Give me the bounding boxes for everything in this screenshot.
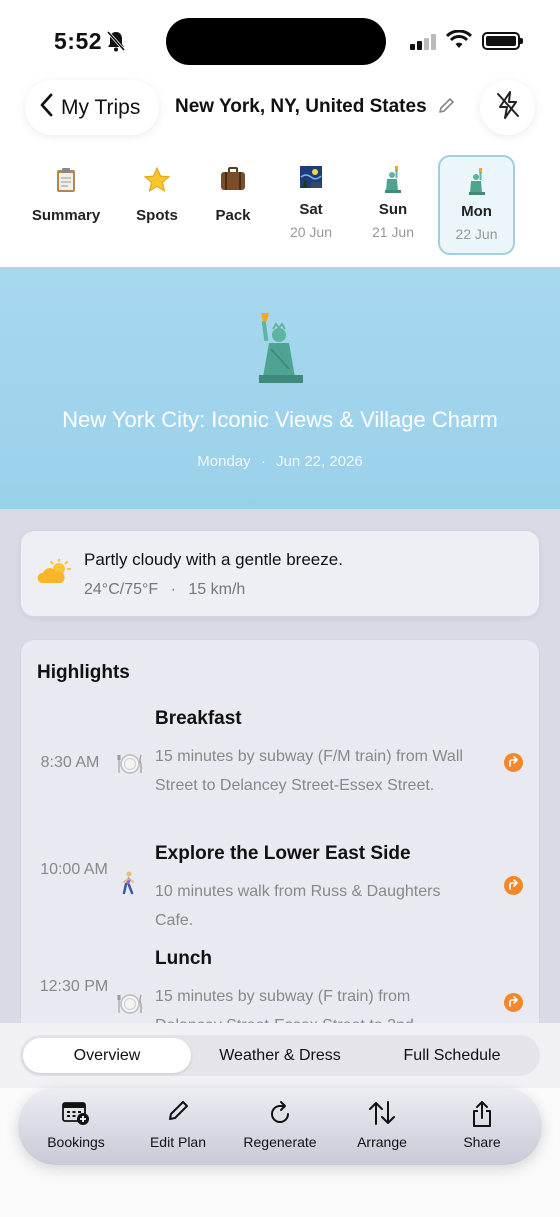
tab-spots[interactable]: Spots	[128, 155, 186, 255]
highlight-time: 12:30 PM	[39, 978, 109, 995]
directions-button[interactable]	[504, 993, 523, 1012]
view-segmented-control: Overview Weather & Dress Full Schedule	[20, 1035, 540, 1076]
turn-right-arrow-icon	[508, 877, 519, 895]
calendar-add-icon	[62, 1100, 90, 1128]
tab-sat-date: 20 Jun	[289, 224, 333, 240]
highlight-item[interactable]: 8:30 AM Breakfast 15 minutes by subway (…	[21, 708, 539, 828]
bell-slash-icon	[106, 30, 126, 57]
chevron-left-icon	[39, 93, 53, 122]
highlight-description: 15 minutes by subway (F/M train) from Wa…	[155, 748, 463, 794]
day-tabs: Summary Spots Pack Sat 20 Jun Sun 21 Jun…	[0, 150, 560, 260]
statue-of-liberty-icon	[255, 309, 307, 390]
weather-wind: 15 km/h	[188, 581, 246, 598]
day-hero-banner: New York City: Iconic Views & Village Ch…	[0, 267, 560, 509]
tab-mon-label: Mon	[461, 203, 492, 220]
share-label: Share	[463, 1134, 501, 1150]
share-icon	[471, 1100, 493, 1128]
weather-meta: 24°C/75°F · 15 km/h	[84, 581, 245, 599]
flash-off-button[interactable]	[480, 80, 535, 135]
turn-right-arrow-icon	[508, 754, 519, 772]
tab-summary[interactable]: Summary	[28, 155, 104, 255]
highlight-time: 8:30 AM	[40, 754, 100, 771]
arrange-label: Arrange	[357, 1134, 407, 1150]
day-weekday: Monday	[197, 453, 251, 470]
weather-description: Partly cloudy with a gentle breeze.	[84, 550, 343, 569]
back-button[interactable]: My Trips	[25, 80, 159, 135]
plate-icon	[117, 752, 143, 781]
highlight-time: 10:00 AM	[40, 861, 108, 878]
tab-pack-label: Pack	[215, 207, 251, 224]
highlight-name: Breakfast	[155, 708, 242, 729]
segment-full-schedule[interactable]: Full Schedule	[368, 1038, 536, 1073]
day-full-date: Jun 22, 2026	[275, 453, 363, 470]
plate-icon	[117, 992, 143, 1021]
date-separator: ·	[260, 453, 266, 470]
tab-sat[interactable]: Sat 20 Jun	[280, 155, 342, 255]
highlight-description: 10 minutes walk from Russ & Daughters Ca…	[155, 883, 441, 929]
weather-card[interactable]: Partly cloudy with a gentle breeze. 24°C…	[20, 530, 540, 617]
bookings-button[interactable]: Bookings	[40, 1088, 112, 1165]
tab-pack[interactable]: Pack	[208, 155, 258, 255]
directions-button[interactable]	[504, 876, 523, 895]
regenerate-label: Regenerate	[243, 1134, 317, 1150]
day-title: New York City: Iconic Views & Village Ch…	[62, 407, 498, 432]
view-segmented-control-bar: Overview Weather & Dress Full Schedule	[0, 1023, 560, 1088]
day-date: Monday · Jun 22, 2026	[0, 453, 560, 470]
wifi-icon	[445, 29, 473, 55]
dynamic-island	[166, 18, 386, 65]
directions-button[interactable]	[504, 753, 523, 772]
suitcase-icon	[220, 167, 246, 197]
highlight-name: Lunch	[155, 948, 212, 969]
pencil-icon[interactable]	[437, 97, 455, 120]
tab-summary-label: Summary	[31, 207, 101, 224]
highlight-name: Explore the Lower East Side	[155, 843, 411, 864]
tab-sun-date: 21 Jun	[371, 224, 415, 240]
highlight-item[interactable]: 10:00 AM Explore the Lower East Side 10 …	[21, 843, 539, 943]
back-button-label: My Trips	[61, 95, 141, 119]
tab-mon-date: 22 Jun	[455, 226, 498, 242]
weather-separator: ·	[170, 581, 176, 598]
top-nav: My Trips New York, NY, United States	[0, 80, 560, 136]
highlights-title: Highlights	[37, 662, 130, 683]
regenerate-button[interactable]: Regenerate	[236, 1088, 324, 1165]
tab-sun-label: Sun	[378, 201, 408, 218]
night-painting-icon	[299, 165, 323, 195]
cellular-signal-icon	[410, 34, 438, 50]
clipboard-icon	[55, 167, 77, 197]
star-icon	[143, 166, 171, 197]
share-button[interactable]: Share	[450, 1088, 514, 1165]
bottom-toolbar: Bookings Edit Plan Regenerate Arrange Sh…	[18, 1088, 542, 1165]
tab-sun[interactable]: Sun 21 Jun	[362, 155, 424, 255]
highlights-card: Highlights 8:30 AM Breakfast 15 minutes …	[20, 639, 540, 1059]
turn-right-arrow-icon	[508, 994, 519, 1012]
arrows-up-down-icon	[368, 1100, 396, 1128]
partly-cloudy-icon	[37, 558, 71, 590]
edit-plan-label: Edit Plan	[149, 1134, 207, 1150]
walking-person-icon	[120, 871, 136, 900]
tab-sat-label: Sat	[299, 201, 323, 218]
battery-icon	[482, 32, 523, 50]
status-time: 5:52	[54, 28, 103, 54]
tab-mon[interactable]: Mon 22 Jun	[438, 155, 515, 255]
weather-temperature: 24°C/75°F	[84, 581, 159, 598]
bookings-label: Bookings	[47, 1134, 105, 1150]
arrange-button[interactable]: Arrange	[346, 1088, 418, 1165]
statue-of-liberty-icon	[382, 165, 404, 195]
lightning-slash-icon	[495, 90, 521, 125]
statue-of-liberty-icon	[466, 167, 488, 197]
edit-plan-button[interactable]: Edit Plan	[142, 1088, 214, 1165]
tab-spots-label: Spots	[136, 207, 178, 224]
refresh-icon	[268, 1100, 292, 1128]
status-bar: 5:52	[0, 0, 560, 80]
pencil-icon	[167, 1100, 189, 1128]
segment-overview[interactable]: Overview	[23, 1038, 191, 1073]
trip-title[interactable]: New York, NY, United States	[175, 96, 427, 118]
segment-weather-dress[interactable]: Weather & Dress	[194, 1038, 366, 1073]
